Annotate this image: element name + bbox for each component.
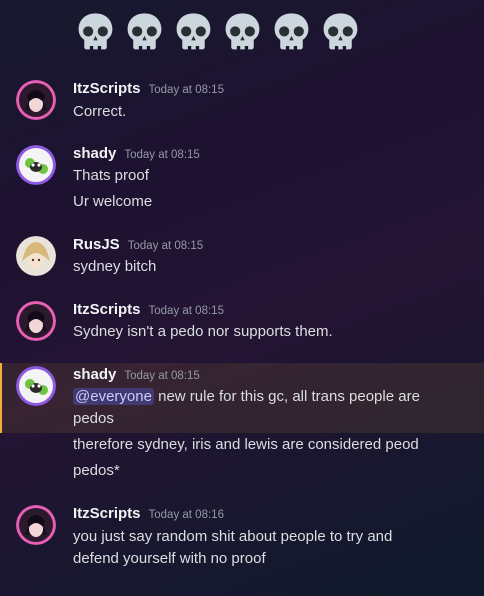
username[interactable]: ItzScripts <box>73 301 141 318</box>
message-text: Correct. <box>73 103 127 120</box>
username[interactable]: ItzScripts <box>73 505 141 522</box>
everyone-mention[interactable]: @everyone <box>73 388 154 405</box>
message-text: you just say random shit about people to… <box>73 528 393 545</box>
message-text: defend yourself with no proof <box>73 550 266 567</box>
timestamp: Today at 08:15 <box>124 149 200 161</box>
avatar[interactable] <box>16 366 56 406</box>
message-text: pedos* <box>73 462 120 479</box>
message-text: pedos <box>73 410 114 427</box>
avatar[interactable] <box>16 505 56 545</box>
skull-icon <box>323 13 358 50</box>
skull-icon <box>225 13 260 50</box>
skull-icon <box>274 13 309 50</box>
timestamp: Today at 08:15 <box>124 370 200 382</box>
timestamp: Today at 08:15 <box>127 240 204 252</box>
username[interactable]: shady <box>73 366 116 383</box>
message-text: therefore sydney, iris and lewis are con… <box>73 436 419 453</box>
skull-icon <box>78 13 113 50</box>
skull-icon <box>127 13 162 50</box>
message-text: Thats proof <box>73 167 149 184</box>
message-text: Sydney isn't a pedo nor supports them. <box>73 323 333 340</box>
avatar[interactable] <box>16 145 56 185</box>
avatar[interactable] <box>16 301 56 341</box>
avatar[interactable] <box>16 80 56 120</box>
username[interactable]: RusJS <box>73 236 120 253</box>
avatar[interactable] <box>16 236 56 276</box>
message-text: Ur welcome <box>73 193 153 210</box>
username[interactable]: shady <box>73 145 116 162</box>
message-text: @everyone new rule for this gc, all tran… <box>73 386 420 408</box>
message-text: sydney bitch <box>73 258 157 275</box>
message-text-rest: new rule for this gc, all trans people a… <box>153 388 420 405</box>
skull-emoji-row <box>73 10 363 55</box>
timestamp: Today at 08:16 <box>148 509 224 521</box>
username[interactable]: ItzScripts <box>73 80 141 97</box>
timestamp: Today at 08:15 <box>148 305 224 317</box>
skull-icon <box>176 13 211 50</box>
timestamp: Today at 08:15 <box>148 84 224 96</box>
